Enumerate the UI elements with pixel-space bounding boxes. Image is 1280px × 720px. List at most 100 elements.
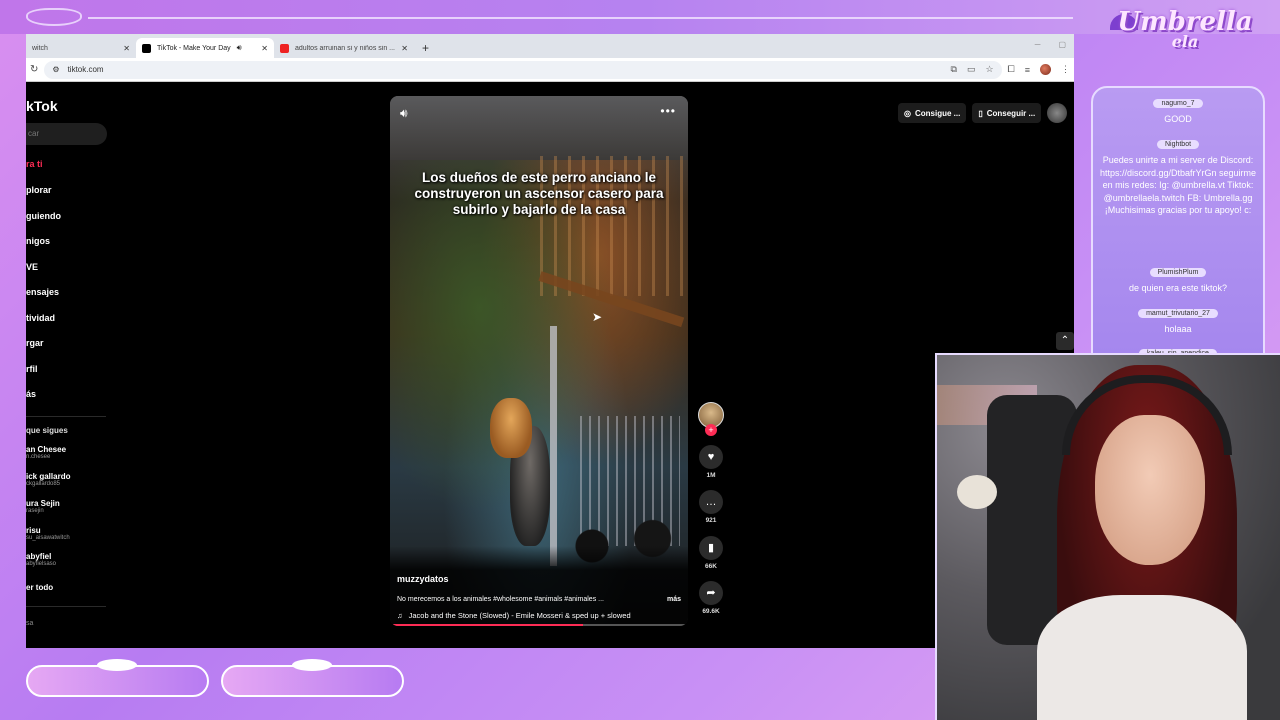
tab-youtube[interactable]: adultos arruinan si y niños sin ... ✕: [274, 38, 414, 58]
menu-icon[interactable]: ⋮: [1061, 64, 1070, 75]
volume-icon[interactable]: 🔊︎: [400, 106, 408, 121]
mouse-cursor-icon: ➤: [592, 310, 603, 324]
header-actions: ◎ Consigue ... ▯ Conseguir ...: [898, 103, 1068, 123]
nav-upload[interactable]: rgar: [26, 338, 44, 348]
headset-icon: [1062, 375, 1232, 455]
extensions-icon[interactable]: ⧠: [1008, 64, 1015, 75]
nav-live[interactable]: VE: [26, 262, 38, 272]
more-options-icon[interactable]: •••: [660, 104, 676, 118]
account-handle: abyfielsaso: [26, 561, 57, 567]
address-bar: ↻ ⚙ tiktok.com ⧉ ▭ ☆ ⧠ ≡ ⋮: [26, 58, 1074, 82]
account-name: an Chesee: [26, 445, 67, 454]
nav-friends[interactable]: nigos: [26, 236, 50, 246]
chat-username: nagumo_7: [1153, 99, 1203, 108]
maximize-icon[interactable]: ▢: [1058, 40, 1066, 49]
following-account[interactable]: an Chesee n.chesee: [26, 445, 66, 460]
nav-explore[interactable]: plorar: [26, 185, 52, 195]
tab-twitch[interactable]: witch ✕: [26, 38, 136, 58]
music-title: Jacob and the Stone (Slowed) - Emile Mos…: [408, 611, 631, 620]
chat-username: mamut_trivutario_27: [1138, 309, 1218, 318]
nav-messages[interactable]: ensajes: [26, 287, 59, 297]
chat-text: Puedes unirte a mi server de Discord: ht…: [1099, 155, 1257, 215]
account-name: ick gallardo: [26, 472, 71, 481]
user-avatar[interactable]: [1047, 103, 1068, 123]
close-icon[interactable]: ✕: [261, 44, 268, 53]
tiktok-page: kTok car ra ti plorar guiendo nigos VE e…: [26, 86, 1074, 648]
chat-message: Nightbot Puedes unirte a mi server de Di…: [1093, 133, 1263, 217]
youtube-favicon-icon: [280, 43, 289, 53]
translate-icon[interactable]: ⧉: [951, 64, 957, 75]
chevron-up-icon[interactable]: ⌃: [1056, 332, 1074, 350]
nav-following[interactable]: guiendo: [26, 211, 61, 221]
account-name: risu: [26, 526, 41, 535]
following-account[interactable]: ick gallardo ckgallardo85: [26, 472, 70, 487]
phone-icon: ▯: [978, 108, 983, 118]
tab-tiktok[interactable]: TikTok - Make Your Day 🔊︎ ✕: [136, 38, 274, 58]
mustache-decoration: [292, 659, 332, 671]
stream-top-band: [0, 0, 1280, 34]
decor-line: [88, 17, 1073, 19]
share-count: 69.6K: [702, 608, 720, 615]
site-info-icon[interactable]: ⚙: [52, 65, 59, 74]
chat-username: Nightbot: [1156, 140, 1200, 149]
following-account[interactable]: ura Sejin rasejin: [26, 499, 60, 514]
description-text: No merecemos a los animales #wholesome #…: [397, 596, 604, 603]
chat-panel: nagumo_7 GOOD Nightbot Puedes unirte a m…: [1091, 86, 1265, 356]
reload-icon[interactable]: ↻: [30, 64, 38, 75]
webcam-plush: [957, 475, 997, 509]
new-tab-button[interactable]: +: [414, 38, 437, 58]
like-count: 1M: [706, 472, 716, 479]
sidebar-divider: [26, 416, 106, 417]
nav-for-you[interactable]: ra ti: [26, 159, 43, 169]
profile-avatar[interactable]: [1040, 64, 1051, 75]
video-player[interactable]: 🔊︎ ••• Los dueños de este perro anciano …: [390, 96, 688, 626]
video-description: No merecemos a los animales #wholesome #…: [397, 596, 681, 603]
mustache-decoration: [97, 659, 137, 671]
share-icon[interactable]: ➦: [699, 581, 723, 605]
webcam-shirt: [1037, 595, 1247, 720]
close-icon[interactable]: ✕: [123, 44, 130, 53]
nav-activity[interactable]: tividad: [26, 313, 55, 323]
minimize-icon[interactable]: ─: [1035, 40, 1041, 49]
comment-icon[interactable]: …: [699, 490, 723, 514]
chat-text: holaaa: [1164, 324, 1192, 334]
url-field[interactable]: ⚙ tiktok.com ⧉ ▭ ☆: [44, 60, 1002, 79]
cast-icon[interactable]: ▭: [967, 64, 976, 75]
get-app-label: Conseguir ...: [986, 108, 1036, 118]
see-all-link[interactable]: er todo: [26, 583, 53, 592]
tab-title: TikTok - Make Your Day: [157, 44, 231, 52]
video-progress-bar[interactable]: [392, 624, 686, 626]
footer-text: sa: [26, 620, 34, 627]
video-author[interactable]: muzzydatos: [397, 574, 449, 584]
follow-plus-icon[interactable]: +: [705, 424, 717, 436]
bookmark-star-icon[interactable]: ☆: [985, 64, 993, 75]
video-top-blur: [390, 96, 688, 160]
more-link[interactable]: más: [667, 596, 681, 603]
progress-fill: [392, 624, 584, 626]
browser-window: witch ✕ TikTok - Make Your Day 🔊︎ ✕ adul…: [26, 34, 1074, 648]
video-music[interactable]: ♫ Jacob and the Stone (Slowed) - Emile M…: [397, 611, 631, 620]
like-heart-icon[interactable]: ♥: [699, 445, 723, 469]
mustache-decoration: [26, 8, 82, 26]
search-input[interactable]: car: [26, 123, 107, 145]
account-name: abyfiel: [26, 552, 52, 561]
tiktok-logo[interactable]: kTok: [26, 98, 58, 114]
music-note-icon: ♫: [397, 611, 403, 620]
media-icon[interactable]: ≡: [1025, 65, 1030, 75]
account-handle: ckgallardo85: [26, 481, 61, 487]
video-scene-pole: [550, 326, 557, 566]
webcam-feed: [935, 353, 1280, 720]
following-heading: que sigues: [26, 426, 68, 435]
speaker-icon[interactable]: 🔊︎: [237, 43, 242, 53]
nav-more[interactable]: ás: [26, 389, 36, 399]
get-coins-button[interactable]: ◎ Consigue ...: [898, 103, 967, 123]
window-controls: ─ ▢: [1035, 40, 1066, 49]
video-scene-dog: [490, 398, 532, 458]
following-account[interactable]: risu su_aisawatwitch: [26, 526, 70, 541]
following-account[interactable]: abyfiel abyfielsaso: [26, 552, 56, 567]
get-app-button[interactable]: ▯ Conseguir ...: [972, 103, 1042, 123]
bookmark-icon[interactable]: ▮: [699, 536, 723, 560]
close-icon[interactable]: ✕: [401, 44, 408, 53]
nav-profile[interactable]: rfil: [26, 364, 38, 374]
tab-bar: witch ✕ TikTok - Make Your Day 🔊︎ ✕ adul…: [26, 34, 1074, 58]
